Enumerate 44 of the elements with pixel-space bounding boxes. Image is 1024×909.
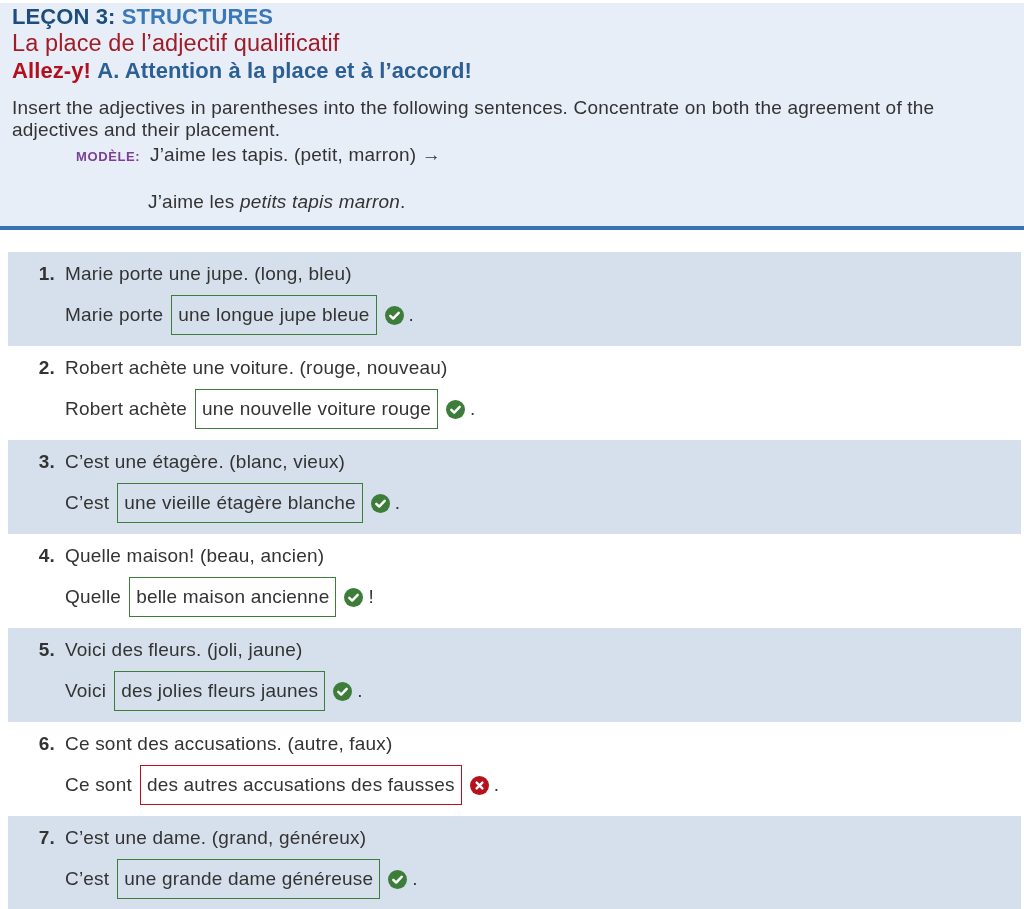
answer-prefix: Marie porte [65,302,164,327]
question-text: Marie porte une jupe. (long, bleu) [65,262,353,286]
answer-prefix: Robert achète [65,396,187,421]
instructions-text: Insert the adjectives in parentheses into the following sentences. Concentrate on both the agreement of the adjectives and their placement. [12,97,936,141]
question-text: C’est une étagère. (blanc, vieux) [65,450,347,474]
item-number: 5. [37,638,55,662]
topic-title: La place de l’adjectif qualificatif [12,30,340,56]
punctuation-mark: . [412,866,418,891]
answer-field[interactable]: une vieille étagère blanche [117,483,363,523]
punctuation-mark: . [493,772,500,797]
item-number: 4. [37,544,55,568]
question-text: C’est une dame. (grand, généreux) [65,826,368,850]
model-answer: J’aime les petits tapis marron. [148,191,406,212]
answer-field[interactable]: des autres accusations des fausses [139,765,462,805]
item-number: 1. [37,262,55,286]
answer-prefix: C’est [65,490,110,515]
question-text: Voici des fleurs. (joli, jaune) [65,638,304,662]
answer-prefix: Quelle [65,584,122,609]
item-number: 3. [37,450,55,474]
question-text: Quelle maison! (beau, ancien) [65,544,326,568]
model-label: MODÈLE: [76,148,142,166]
item-number: 2. [37,356,55,380]
model-prompt: J’aime les tapis. (petit, marron) → [150,144,442,165]
answer-field[interactable]: une nouvelle voiture rouge [194,389,439,429]
question-text: Ce sont des accusations. (autre, faux) [65,732,394,756]
answer-field[interactable]: une longue jupe bleue [171,295,377,335]
section-title: STRUCTURES [121,4,274,29]
answer-field[interactable]: des jolies fleurs jaunes [114,671,326,711]
punctuation-mark: . [394,490,401,515]
activity-title: A. Attention à la place et à l’accord! [97,58,472,83]
lesson-label: LEÇON 3: [12,4,116,29]
punctuation-mark: . [408,302,414,327]
answer-prefix: Voici [65,678,107,703]
activity-label: Allez-y! [12,58,92,83]
question-text: Robert achète une voiture. (rouge, nouveau) [65,356,449,380]
item-number: 6. [37,732,55,756]
punctuation-mark: . [470,396,476,421]
answer-field[interactable]: belle maison ancienne [129,577,337,617]
item-number: 7. [37,826,55,850]
punctuation-mark: ! [368,584,374,609]
punctuation-mark: . [357,678,363,703]
answer-prefix: C’est [65,866,110,891]
answer-field[interactable]: une grande dame généreuse [117,859,381,899]
answer-prefix: Ce sont [65,772,132,797]
